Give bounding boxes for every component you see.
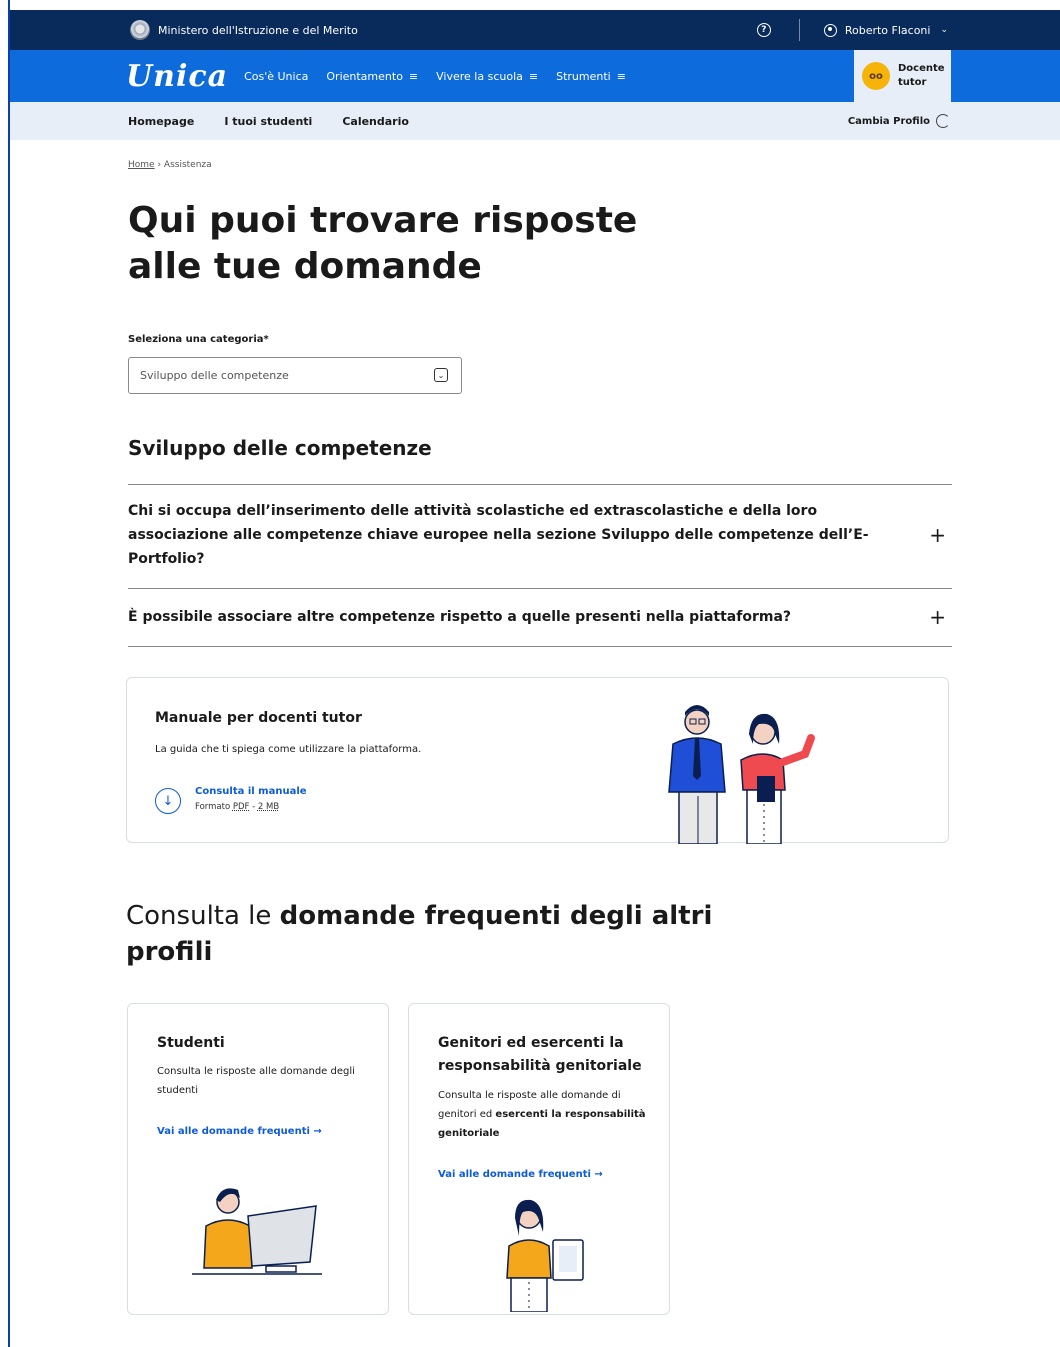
chevron-down-icon: ⌄	[940, 25, 948, 35]
unica-logo[interactable]: Unica	[126, 59, 228, 94]
faq-question: Chi si occupa dell’inserimento delle att…	[128, 503, 869, 567]
arrow-right-icon: →	[594, 1169, 603, 1180]
menu-icon: ≡	[528, 69, 539, 83]
link-label: Vai alle domande frequenti	[438, 1169, 591, 1180]
ministry-name: Ministero dell'Istruzione e del Merito	[158, 23, 358, 37]
card-description: Consulta le risposte alle domande degli …	[157, 1066, 355, 1096]
category-select[interactable]: Sviluppo delle competenze ⌄	[128, 357, 462, 394]
change-profile-label: Cambia Profilo	[847, 115, 930, 127]
profile-role: Docente	[898, 63, 945, 74]
profile-subnav: Homepage I tuoi studenti Calendario Camb…	[10, 102, 1060, 140]
menu-icon: ≡	[616, 69, 626, 83]
card-title: Studenti	[157, 1035, 225, 1051]
manual-card: Manuale per docenti tutor La guida che t…	[126, 677, 949, 844]
tutor-avatar-icon: oo	[862, 62, 890, 90]
user-menu-button[interactable]: Roberto Flaconi ⌄	[823, 23, 948, 37]
parents-faq-link[interactable]: Vai alle domande frequenti →	[438, 1169, 603, 1180]
expand-plus-icon: +	[929, 605, 946, 629]
parent-with-tablet-illustration	[506, 1199, 584, 1312]
republic-emblem-icon	[130, 20, 150, 40]
user-name: Roberto Flaconi	[844, 23, 931, 37]
download-icon[interactable]: ↓	[155, 788, 181, 814]
manual-file-info: Formato PDF - 2 MB	[195, 802, 280, 812]
faq-item[interactable]: Chi si occupa dell’inserimento delle att…	[128, 484, 952, 588]
teachers-illustration	[668, 705, 815, 844]
nav-strumenti-label: Strumenti	[556, 69, 611, 83]
breadcrumb: Home › Assistenza	[128, 160, 212, 170]
swap-profile-icon	[936, 114, 950, 128]
students-faq-card: Studenti Consulta le risposte alle doman…	[127, 1003, 389, 1315]
main-navigation: Unica Cos'è Unica Orientamento ≡ Vivere l…	[10, 50, 1060, 102]
subnav-calendario[interactable]: Calendario	[342, 115, 409, 128]
file-format: PDF	[232, 802, 250, 812]
arrow-right-icon: →	[313, 1126, 322, 1137]
students-faq-link[interactable]: Vai alle domande frequenti →	[157, 1126, 322, 1137]
nav-vivere-la-scuola[interactable]: Vivere la scuola ≡	[436, 70, 538, 83]
nav-cos-e-unica[interactable]: Cos'è Unica	[244, 70, 308, 83]
expand-plus-icon: +	[929, 523, 946, 547]
card-title: Genitori ed esercenti la responsabilità …	[438, 1035, 642, 1074]
chevron-down-icon: ⌄	[434, 368, 448, 382]
parents-faq-card: Genitori ed esercenti la responsabilità …	[408, 1003, 670, 1315]
other-profiles-title: Consulta le domande frequenti degli altr…	[126, 898, 726, 970]
category-selected-value: Sviluppo delle competenze	[140, 369, 289, 382]
student-at-computer-illustration	[192, 1188, 322, 1275]
page-header: Ministero dell'Istruzione e del Merito ?…	[10, 10, 1060, 140]
file-format-prefix: Formato	[195, 802, 231, 812]
nav-vivere-label: Vivere la scuola	[436, 69, 523, 83]
subnav-tuoi-studenti[interactable]: I tuoi studenti	[224, 115, 312, 128]
ministry-bar: Ministero dell'Istruzione e del Merito ?…	[10, 10, 1060, 50]
help-icon[interactable]: ?	[756, 23, 771, 37]
page-title-line1: Qui puoi trovare risposte	[128, 200, 638, 241]
profile-subrole: tutor	[898, 77, 927, 88]
divider	[798, 19, 800, 41]
link-label: Vai alle domande frequenti	[157, 1126, 310, 1137]
subnav-homepage[interactable]: Homepage	[128, 115, 194, 128]
ministry-link[interactable]: Ministero dell'Istruzione e del Merito	[130, 20, 358, 40]
change-profile-button[interactable]: Cambia Profilo	[848, 114, 950, 128]
nav-orientamento[interactable]: Orientamento ≡	[326, 70, 418, 83]
faq-question: È possibile associare altre competenze r…	[128, 609, 792, 625]
file-size: 2 MB	[257, 802, 280, 812]
section-title: Sviluppo delle competenze	[128, 436, 432, 460]
category-label: Seleziona una categoria*	[128, 334, 269, 345]
nav-strumenti[interactable]: Strumenti ≡	[556, 70, 626, 83]
page-left-border	[8, 0, 10, 1347]
active-profile-label: Docente tutor	[898, 62, 945, 90]
user-icon	[823, 23, 837, 37]
breadcrumb-current: Assistenza	[163, 160, 212, 170]
faq-item[interactable]: È possibile associare altre competenze r…	[128, 588, 952, 647]
page-title: Qui puoi trovare risposte alle tue doman…	[128, 198, 728, 290]
manual-description: La guida che ti spiega come utilizzare l…	[155, 744, 422, 755]
other-profiles-title-pre: Consulta le	[126, 901, 272, 931]
menu-icon: ≡	[408, 69, 419, 83]
manual-download-link[interactable]: Consulta il manuale	[195, 786, 307, 797]
page-title-line2: alle tue domande	[128, 246, 482, 287]
breadcrumb-home[interactable]: Home	[128, 160, 155, 170]
active-profile-badge[interactable]: oo Docente tutor	[854, 50, 951, 102]
card-description: Consulta le risposte alle domande di gen…	[438, 1086, 648, 1143]
nav-orientamento-label: Orientamento	[326, 69, 403, 83]
manual-title: Manuale per docenti tutor	[155, 710, 362, 726]
